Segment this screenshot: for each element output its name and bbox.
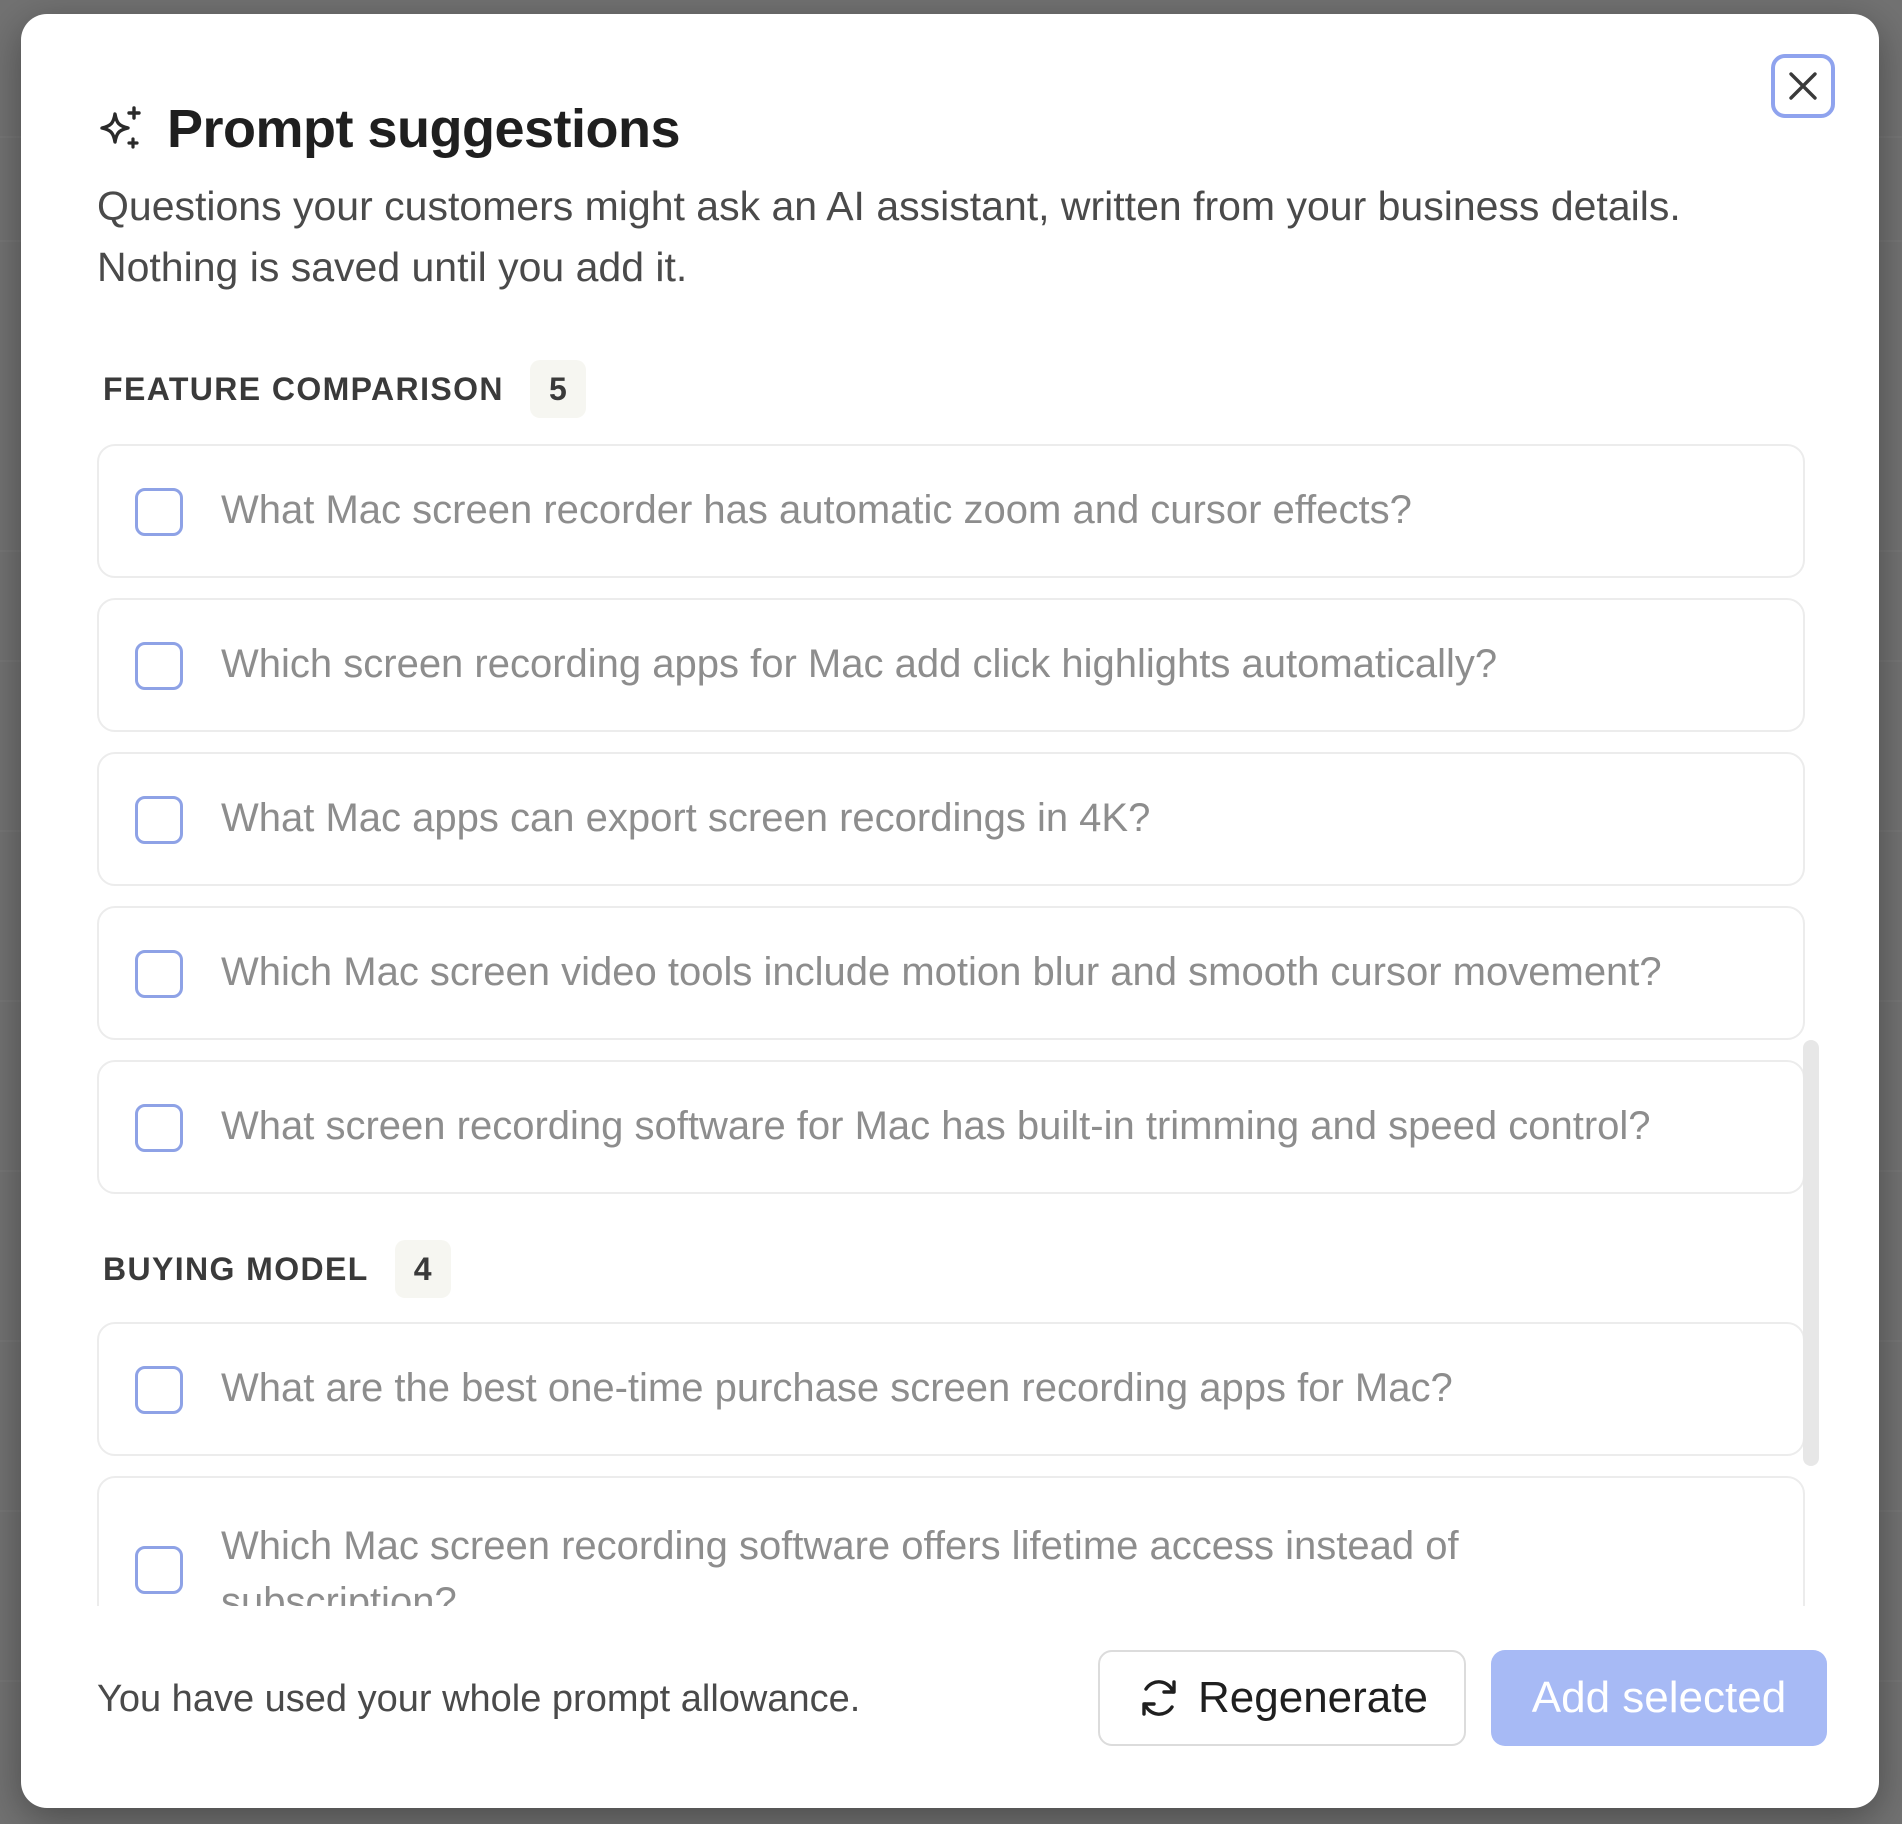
suggestion-text: What screen recording software for Mac h… [221, 1104, 1651, 1148]
dialog-title: Prompt suggestions [167, 99, 681, 159]
regenerate-label: Regenerate [1198, 1673, 1428, 1722]
section-label: FEATURE COMPARISON [103, 370, 504, 407]
allowance-note: You have used your whole prompt allowanc… [97, 1678, 861, 1720]
refresh-icon [1142, 1680, 1176, 1716]
suggestion-item[interactable]: What screen recording software for Mac h… [97, 1060, 1805, 1194]
dialog-header: Prompt suggestions [97, 98, 681, 160]
sparkles-icon [100, 106, 141, 149]
prompt-suggestions-dialog: Prompt suggestions Questions your custom… [21, 14, 1879, 1808]
section-header-buying-model: BUYING MODEL 4 [103, 1240, 451, 1298]
regenerate-button[interactable]: Regenerate [1098, 1650, 1466, 1746]
close-button[interactable] [1771, 54, 1835, 118]
add-selected-button[interactable]: Add selected [1491, 1650, 1827, 1746]
suggestion-item[interactable]: Which Mac screen recording software offe… [97, 1476, 1805, 1606]
count-badge: 4 [394, 1240, 451, 1298]
suggestion-checkbox[interactable] [135, 950, 183, 998]
suggestion-text: Which Mac screen video tools include mot… [221, 950, 1662, 994]
suggestion-checkbox[interactable] [135, 1546, 183, 1594]
suggestion-checkbox[interactable] [135, 642, 183, 690]
suggestion-text: Which screen recording apps for Mac add … [221, 642, 1498, 686]
suggestion-checkbox[interactable] [135, 1366, 183, 1414]
suggestion-item[interactable]: What are the best one-time purchase scre… [97, 1322, 1805, 1456]
suggestion-checkbox[interactable] [135, 1104, 183, 1152]
suggestion-text: What Mac screen recorder has automatic z… [221, 488, 1412, 532]
scrollbar-thumb[interactable] [1803, 1040, 1819, 1466]
suggestion-item[interactable]: Which screen recording apps for Mac add … [97, 598, 1805, 732]
suggestion-checkbox[interactable] [135, 796, 183, 844]
suggestion-item[interactable]: What Mac apps can export screen recordin… [97, 752, 1805, 886]
suggestion-text: What are the best one-time purchase scre… [221, 1366, 1453, 1410]
suggestion-text: What Mac apps can export screen recordin… [221, 796, 1151, 840]
suggestion-text: Which Mac screen recording software offe… [221, 1524, 1459, 1606]
add-selected-label: Add selected [1531, 1673, 1787, 1722]
count-badge: 5 [529, 360, 586, 418]
close-icon [1789, 72, 1817, 100]
section-label: BUYING MODEL [103, 1250, 369, 1287]
suggestions-scroll-area[interactable]: FEATURE COMPARISON 5 What Mac screen rec… [97, 344, 1809, 1606]
dialog-description: Questions your customers might ask an AI… [97, 183, 1681, 290]
suggestion-item[interactable]: Which Mac screen video tools include mot… [97, 906, 1805, 1040]
suggestion-item[interactable]: What Mac screen recorder has automatic z… [97, 444, 1805, 578]
section-header-feature-comparison: FEATURE COMPARISON 5 [103, 360, 586, 418]
suggestion-checkbox[interactable] [135, 488, 183, 536]
